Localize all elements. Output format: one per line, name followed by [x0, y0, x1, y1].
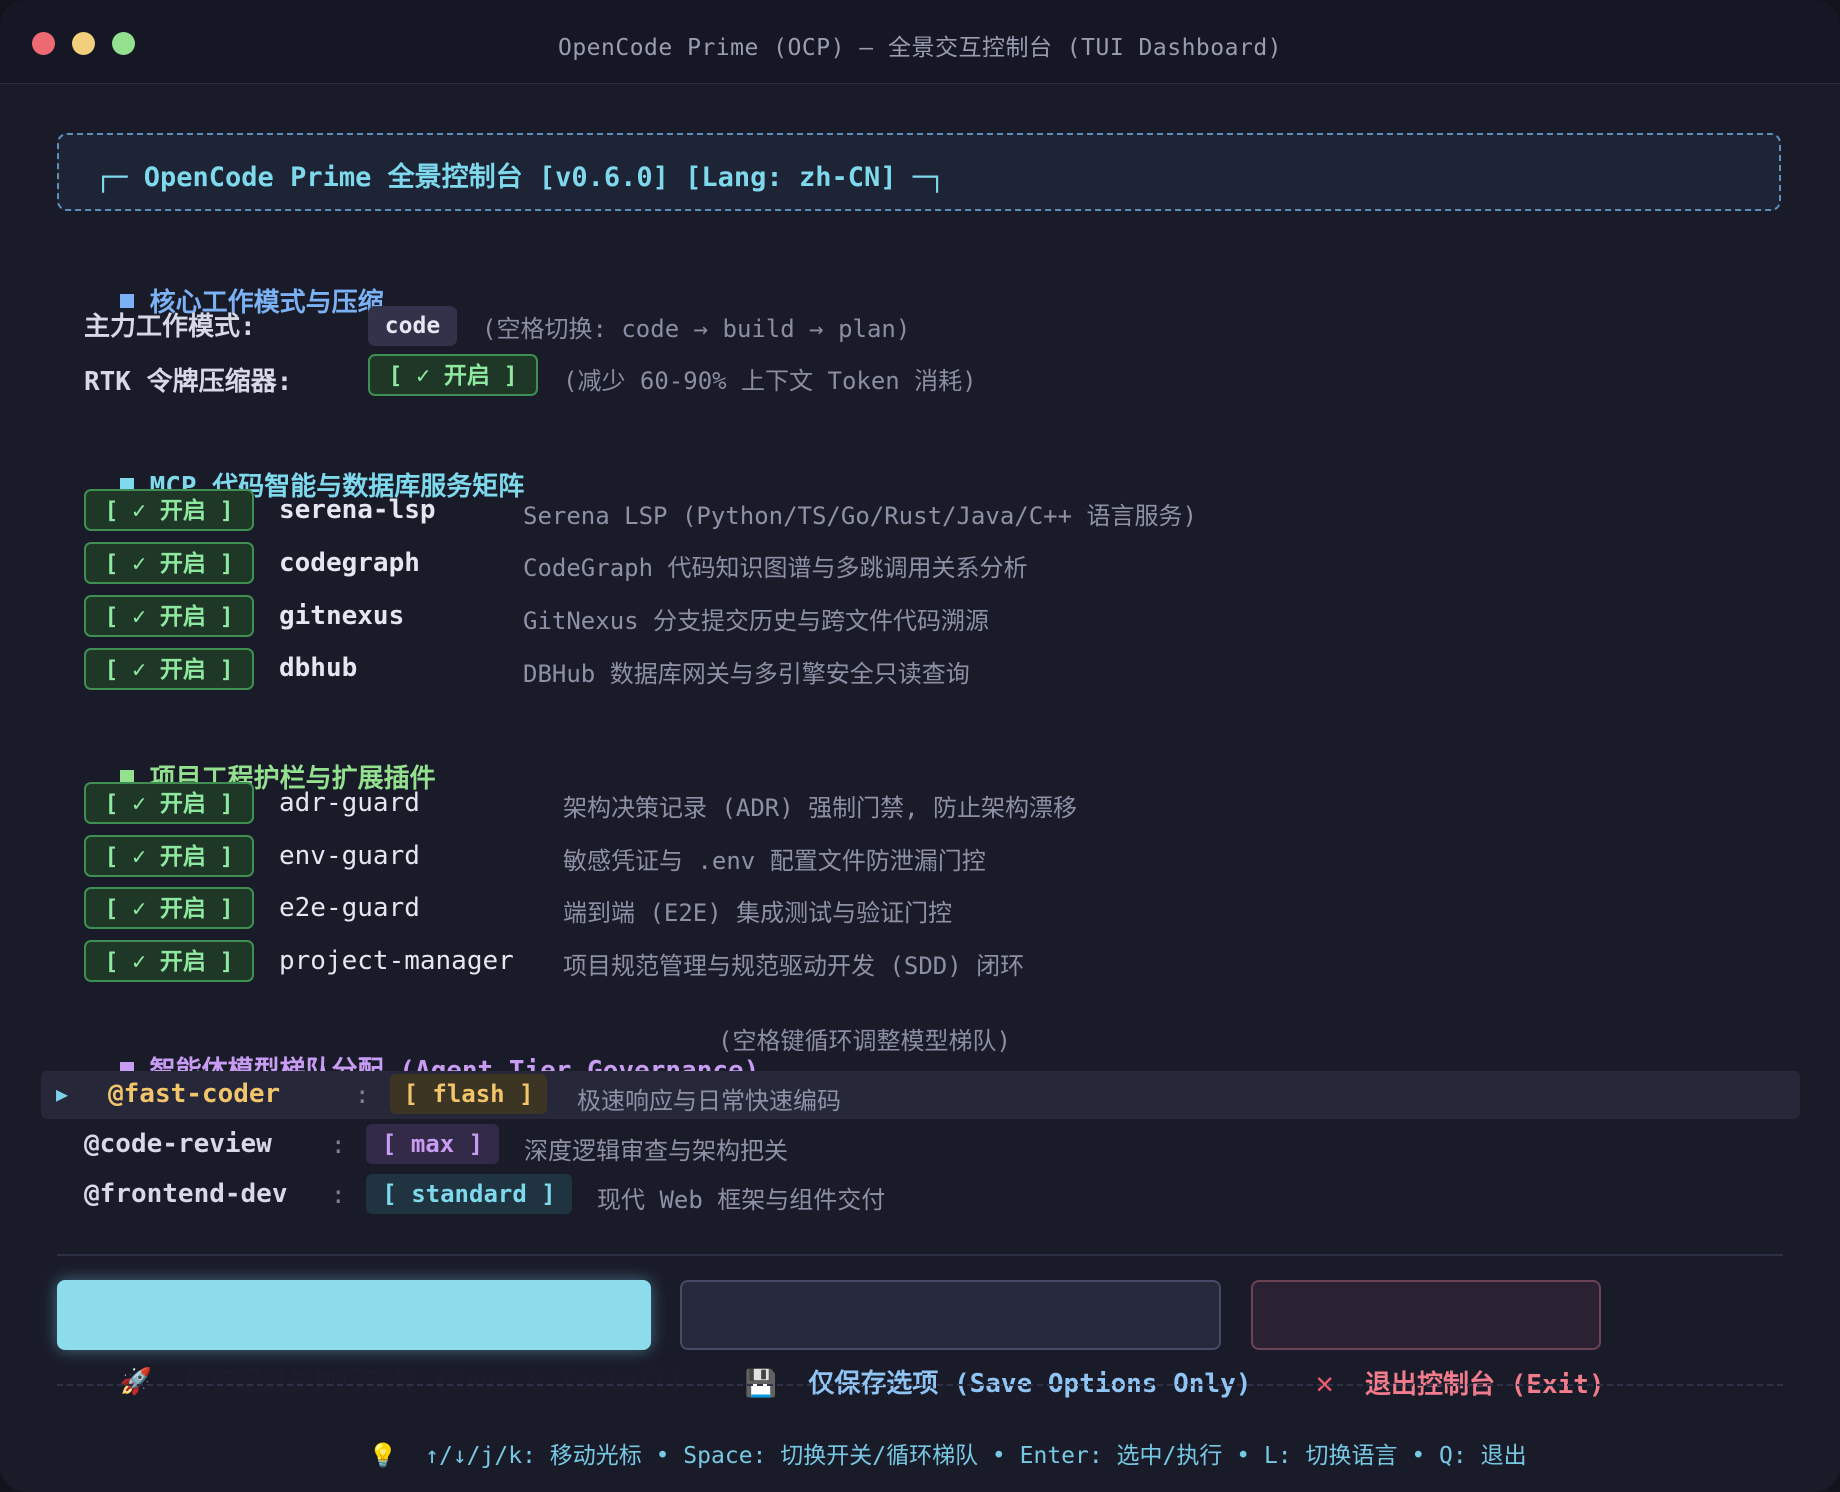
separator: :: [331, 1131, 346, 1159]
mcp-desc: DBHub 数据库网关与多引擎安全只读查询: [523, 660, 970, 688]
agent-desc: 深度逻辑审查与架构把关: [524, 1137, 788, 1165]
agent-desc: 极速响应与日常快速编码: [577, 1087, 841, 1115]
rocket-icon: 🚀: [119, 1367, 152, 1397]
cursor-arrow-icon: ▶: [56, 1082, 69, 1106]
plugin-desc: 端到端 (E2E) 集成测试与验证门控: [563, 899, 953, 927]
mcp-desc: GitNexus 分支提交历史与跨文件代码溯源: [523, 607, 990, 635]
agent-desc: 现代 Web 框架与组件交付: [597, 1186, 886, 1214]
mcp-toggle-serena-lsp[interactable]: [ ✓ 开启 ]: [84, 489, 254, 531]
plugin-desc: 架构决策记录 (ADR) 强制门禁, 防止架构漂移: [563, 794, 1078, 822]
mcp-name: gitnexus: [279, 601, 405, 631]
app-window: OpenCode Prime (OCP) — 全景交互控制台 (TUI Dash…: [0, 0, 1840, 1492]
tier-selector-flash[interactable]: [ flash ]: [390, 1074, 547, 1114]
plugin-desc: 项目规范管理与规范驱动开发 (SDD) 闭环: [563, 952, 1025, 980]
rtk-label: RTK 令牌压缩器:: [84, 367, 293, 397]
plugin-toggle-project-manager[interactable]: [ ✓ 开启 ]: [84, 940, 254, 982]
plugin-name: e2e-guard: [279, 893, 420, 923]
mcp-desc: Serena LSP (Python/TS/Go/Rust/Java/C++ 语…: [523, 502, 1197, 530]
plugin-name: adr-guard: [279, 788, 420, 818]
mcp-desc: CodeGraph 代码知识图谱与多跳调用关系分析: [523, 554, 1028, 582]
mcp-name: codegraph: [279, 548, 420, 578]
mode-hint: (空格切换: code → build → plan): [482, 315, 911, 343]
keyboard-help: 💡 ↑/↓/j/k: 移动光标 • Space: 切换开关/循环梯队 • Ent…: [368, 1443, 1527, 1469]
exit-button[interactable]: ✕ 退出控制台 (Exit): [1251, 1280, 1605, 1401]
title-bar: OpenCode Prime (OCP) — 全景交互控制台 (TUI Dash…: [0, 0, 1840, 84]
save-options-button[interactable]: 💾 仅保存选项 (Save Options Only): [680, 1280, 1251, 1399]
dashboard-banner: ┌─ OpenCode Prime 全景控制台 [v0.6.0] [Lang: …: [57, 133, 1781, 211]
mcp-toggle-codegraph[interactable]: [ ✓ 开启 ]: [84, 542, 254, 584]
plugin-desc: 敏感凭证与 .env 配置文件防泄漏门控: [563, 847, 986, 875]
mcp-name: dbhub: [279, 653, 358, 683]
mode-selector[interactable]: code: [368, 306, 457, 346]
agent-row-selected[interactable]: [41, 1071, 1800, 1119]
save-install-button[interactable]: 🚀 保存配置并执行安装 (Save & Install): [57, 1280, 683, 1397]
plugin-name: env-guard: [279, 841, 420, 871]
mcp-toggle-dbhub[interactable]: [ ✓ 开启 ]: [84, 648, 254, 690]
tier-selector-max[interactable]: [ max ]: [366, 1124, 499, 1164]
tier-selector-standard[interactable]: [ standard ]: [366, 1174, 572, 1214]
separator: :: [355, 1081, 370, 1109]
agent-name: @fast-coder: [108, 1079, 281, 1109]
plugin-toggle-env-guard[interactable]: [ ✓ 开启 ]: [84, 835, 254, 877]
window-title: OpenCode Prime (OCP) — 全景交互控制台 (TUI Dash…: [557, 35, 1283, 61]
agent-name: @frontend-dev: [84, 1179, 288, 1209]
separator: :: [331, 1181, 346, 1209]
plugin-toggle-e2e-guard[interactable]: [ ✓ 开启 ]: [84, 887, 254, 929]
agents-hint: (空格键循环调整模型梯队): [718, 1027, 1011, 1055]
plugin-name: project-manager: [279, 946, 514, 976]
plugin-toggle-adr-guard[interactable]: [ ✓ 开启 ]: [84, 782, 254, 824]
agent-name: @code-review: [84, 1129, 272, 1159]
mcp-name: serena-lsp: [279, 495, 436, 525]
banner-title: ┌─ OpenCode Prime 全景控制台 [v0.6.0] [Lang: …: [95, 162, 946, 193]
rtk-toggle[interactable]: [ ✓ 开启 ]: [368, 354, 538, 396]
divider: [57, 1254, 1783, 1256]
lightbulb-icon: 💡: [368, 1443, 398, 1469]
rtk-hint: (减少 60-90% 上下文 Token 消耗): [563, 367, 977, 395]
mcp-toggle-gitnexus[interactable]: [ ✓ 开启 ]: [84, 595, 254, 637]
mode-label: 主力工作模式:: [84, 312, 256, 342]
divider-dashed: [57, 1384, 1783, 1386]
